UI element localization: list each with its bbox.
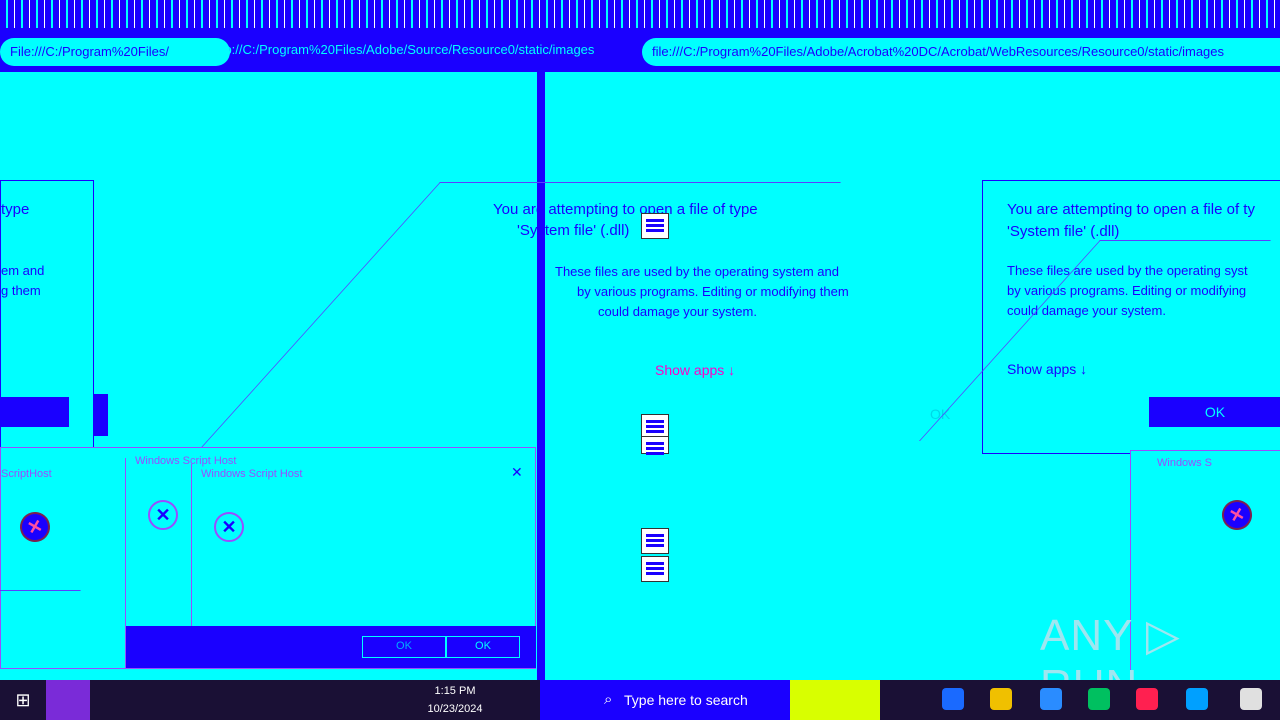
script-host-title-3: Windows Script Host (201, 468, 303, 480)
notification-icon[interactable] (1240, 688, 1262, 710)
search-icon: ⌕ (604, 691, 613, 708)
center-dialog-heading-line1: You are attempting to open a file of typ… (493, 201, 758, 218)
taskbar-clock[interactable]: 1:15 PM 10/23/2024 (410, 682, 500, 718)
dll-file-icon[interactable] (641, 556, 669, 582)
center-dialog-ok-button[interactable]: OK (930, 406, 950, 422)
right-dialog-body-line3: could damage your system. (1007, 303, 1166, 318)
left-dialog-fragment: type em and g them (0, 180, 94, 452)
right-dialog-heading-line2: 'System file' (.dll) (1007, 223, 1120, 240)
right-script-host-title: Windows S (1157, 457, 1213, 469)
right-dialog-body-line1: These files are used by the operating sy… (1007, 263, 1248, 278)
window-split-divider (537, 70, 545, 680)
right-dialog: You are attempting to open a file of ty … (982, 180, 1280, 454)
error-icon: ✕ (214, 512, 244, 542)
edge-browser-icon[interactable] (942, 688, 964, 710)
error-icon: ✕ (148, 500, 178, 530)
dll-file-icon[interactable] (641, 528, 669, 554)
window-top-border (0, 70, 1280, 72)
address-bar-left[interactable]: File:///C:/Program%20Files/ (0, 38, 230, 66)
left-dialog-button-edge (94, 394, 108, 436)
center-dialog-body-line3: could damage your system. (598, 304, 757, 319)
center-dialog-show-apps-link[interactable]: Show apps ↓ (655, 362, 735, 378)
file-explorer-icon[interactable] (990, 688, 1012, 710)
script-host-ok-button-ghost[interactable]: OK (362, 636, 446, 658)
script-host-title-partial: ScriptHost (1, 468, 52, 480)
address-bar-ghost: http://C:/Program%20Files/Adobe/Source/R… (210, 42, 595, 57)
taskbar-app-tile[interactable] (46, 680, 90, 720)
script-host-ok-button[interactable]: OK (446, 636, 520, 658)
center-dialog-body-line2: by various programs. Editing or modifyin… (577, 284, 849, 299)
taskbar-app-tile[interactable] (790, 680, 880, 720)
left-dialog-heading-fragment: type (1, 201, 30, 218)
right-dialog-heading-line1: You are attempting to open a file of ty (1007, 201, 1255, 218)
taskbar: ⊞ 1:15 PM 10/23/2024 Type here to search… (0, 680, 1280, 720)
right-dialog-ok-button[interactable]: OK (1149, 397, 1280, 427)
center-dialog-body-line1: These files are used by the operating sy… (555, 264, 839, 279)
left-dialog-ok-fragment[interactable] (1, 397, 69, 427)
left-dialog-body-fragment-2: g them (1, 283, 41, 298)
dll-file-icon[interactable] (641, 436, 669, 454)
script-host-close-button[interactable]: ✕ (511, 464, 523, 481)
acrobat-icon[interactable] (1136, 688, 1158, 710)
taskbar-time: 1:15 PM (434, 685, 476, 697)
right-dialog-body-line2: by various programs. Editing or modifyin… (1007, 283, 1247, 298)
address-bar-right[interactable]: file:///C:/Program%20Files/Adobe/Acrobat… (642, 38, 1280, 66)
task-view-button[interactable] (540, 680, 590, 720)
app-icon[interactable] (1186, 688, 1208, 710)
dll-file-icon[interactable] (641, 213, 669, 239)
script-host-title-2: Windows Script Host (135, 455, 237, 467)
address-bar-row: File:///C:/Program%20Files/ http://C:/Pr… (0, 34, 1280, 70)
taskbar-search-input[interactable]: Type here to search (590, 680, 790, 720)
taskbar-date: 10/23/2024 (427, 703, 483, 715)
center-dialog-heading-line2: 'System file' (.dll) (517, 222, 630, 239)
left-dialog-body-fragment-1: em and (1, 263, 45, 278)
windows-start-icon[interactable]: ⊞ (0, 680, 46, 720)
right-dialog-show-apps-link[interactable]: Show apps ↓ (1007, 361, 1087, 377)
browser-tab-strip[interactable] (0, 0, 1280, 34)
chrome-icon[interactable] (1040, 688, 1062, 710)
store-icon[interactable] (1088, 688, 1110, 710)
